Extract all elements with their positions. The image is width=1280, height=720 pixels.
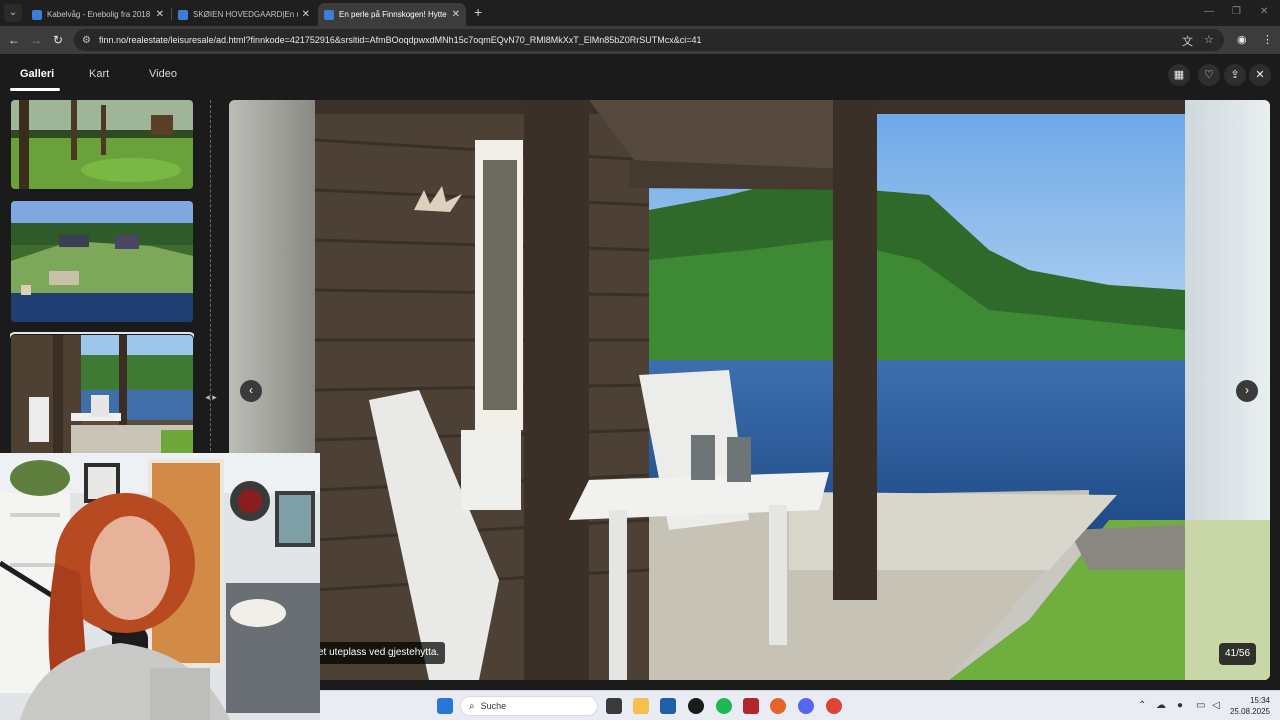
thumbnail-list bbox=[10, 100, 194, 456]
volume-icon[interactable]: ◁ bbox=[1212, 700, 1220, 711]
chrome-icon[interactable] bbox=[826, 698, 842, 714]
maximize-icon[interactable]: ❐ bbox=[1232, 6, 1241, 17]
share-icon[interactable]: ⇪ bbox=[1224, 64, 1246, 86]
back-icon[interactable]: ← bbox=[6, 32, 22, 48]
taskbar-search[interactable]: ⌕ Suche bbox=[460, 696, 598, 716]
photo-caption: et uteplass ved gjestehytta. bbox=[312, 642, 446, 664]
close-gallery-icon[interactable]: ✕ bbox=[1249, 64, 1271, 86]
webcam-overlay bbox=[0, 453, 320, 720]
browser-tab-kabelvag[interactable]: Kabelvåg - Enebolig fra 2018 m ✕ bbox=[26, 3, 170, 26]
tab-title: Kabelvåg - Enebolig fra 2018 m bbox=[47, 10, 152, 19]
main-photo bbox=[229, 100, 1270, 680]
app-icon[interactable] bbox=[688, 698, 704, 714]
new-tab-icon[interactable]: + bbox=[474, 5, 482, 19]
profile-icon[interactable]: ◉ bbox=[1237, 33, 1247, 46]
url-text: finn.no/realestate/leisuresale/ad.html?f… bbox=[98, 35, 702, 45]
menu-icon[interactable]: ⋮ bbox=[1262, 33, 1273, 46]
favorite-heart-icon[interactable]: ♡ bbox=[1198, 64, 1220, 86]
tab-title: SKØIEN HOVEDGAARD|En unik bbox=[193, 10, 298, 19]
search-label: Suche bbox=[480, 701, 507, 711]
address-bar[interactable]: ⚙ finn.no/realestate/leisuresale/ad.html… bbox=[74, 29, 1224, 51]
browser-tab-skoien[interactable]: SKØIEN HOVEDGAARD|En unik ✕ bbox=[172, 3, 316, 26]
browser-toolbar: ← → ↻ ⚙ finn.no/realestate/leisuresale/a… bbox=[0, 26, 1280, 54]
thumbnail-forest-cabin[interactable] bbox=[11, 100, 193, 189]
close-tab-icon[interactable]: ✕ bbox=[156, 9, 164, 20]
site-info-icon[interactable]: ⚙ bbox=[82, 35, 91, 46]
minimize-icon[interactable]: — bbox=[1204, 6, 1214, 17]
tab-title: En perle på Finnskogen! Hytte bbox=[339, 10, 447, 19]
windows-start-icon[interactable] bbox=[437, 698, 453, 714]
finn-favicon-icon bbox=[324, 9, 334, 20]
firefox-icon[interactable] bbox=[770, 698, 786, 714]
finn-favicon-icon bbox=[32, 9, 42, 20]
browser-tab-finnskogen[interactable]: En perle på Finnskogen! Hytte ✕ bbox=[318, 3, 466, 26]
windows-taskbar: ⌕ Suche ⌃ ☁ ● ▭ ◁ 15:34 25.08.2025 bbox=[320, 690, 1280, 720]
microphone-icon[interactable]: ● bbox=[1177, 700, 1183, 711]
bookmark-star-icon[interactable]: ☆ bbox=[1204, 33, 1214, 46]
tab-search-icon[interactable]: ⌄ bbox=[4, 4, 22, 22]
tab-video[interactable]: Video bbox=[149, 68, 177, 80]
file-explorer-icon[interactable] bbox=[633, 698, 649, 714]
tab-galleri[interactable]: Galleri bbox=[20, 68, 54, 80]
taskbar-clock[interactable]: 15:34 25.08.2025 bbox=[1226, 695, 1270, 717]
previous-photo-icon[interactable]: ‹ bbox=[240, 380, 262, 402]
close-tab-icon[interactable]: ✕ bbox=[452, 9, 460, 20]
voicemeeter-icon[interactable] bbox=[743, 698, 759, 714]
clock-time: 15:34 bbox=[1249, 696, 1270, 705]
thumbnail-lake-cabin[interactable] bbox=[11, 201, 193, 322]
network-icon[interactable]: ▭ bbox=[1196, 700, 1205, 711]
tab-kart[interactable]: Kart bbox=[89, 68, 109, 80]
resize-handle-icon[interactable]: ◂ ▸ bbox=[201, 384, 221, 410]
thumbnail-porch-selected[interactable] bbox=[10, 332, 194, 456]
translate-icon[interactable]: 文 bbox=[1182, 33, 1193, 49]
forward-icon[interactable]: → bbox=[28, 32, 44, 48]
next-photo-icon[interactable]: › bbox=[1236, 380, 1258, 402]
store-icon[interactable] bbox=[660, 698, 676, 714]
close-window-icon[interactable]: ✕ bbox=[1260, 6, 1268, 17]
onedrive-icon[interactable]: ☁ bbox=[1156, 700, 1166, 711]
search-icon: ⌕ bbox=[469, 700, 475, 712]
active-tab-indicator bbox=[10, 88, 60, 91]
task-view-icon[interactable] bbox=[606, 698, 622, 714]
clock-date: 25.08.2025 bbox=[1229, 707, 1270, 716]
gallery-tabs: Galleri Kart Video ▦ ♡ ⇪ ✕ bbox=[0, 54, 1280, 98]
spotify-icon[interactable] bbox=[716, 698, 732, 714]
tray-overflow-icon[interactable]: ⌃ bbox=[1138, 700, 1146, 711]
reload-icon[interactable]: ↻ bbox=[50, 32, 66, 48]
photo-counter: 41/56 bbox=[1219, 643, 1257, 665]
close-tab-icon[interactable]: ✕ bbox=[302, 9, 310, 20]
browser-tab-strip: ⌄ Kabelvåg - Enebolig fra 2018 m ✕ SKØIE… bbox=[0, 0, 1280, 26]
floorplan-icon[interactable]: ▦ bbox=[1168, 64, 1190, 86]
finn-favicon-icon bbox=[178, 9, 188, 20]
discord-icon[interactable] bbox=[798, 698, 814, 714]
